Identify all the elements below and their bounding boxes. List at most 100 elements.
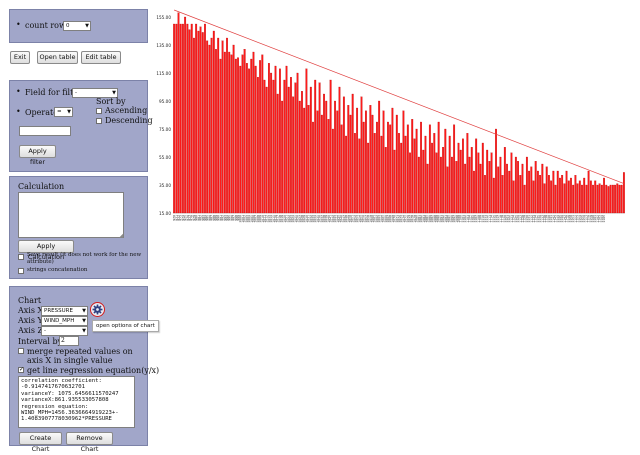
bar [175, 23, 178, 214]
axis-y-select[interactable]: WIND_MPH ▼ [41, 316, 88, 326]
bar [439, 156, 442, 214]
bar [373, 133, 376, 214]
regression-checkbox[interactable]: ✓ [18, 367, 24, 373]
descending-checkbox[interactable] [96, 118, 102, 124]
axis-z-select[interactable]: - ▼ [41, 326, 88, 336]
edit-table-button[interactable]: Edit table [81, 51, 121, 64]
bar [402, 110, 405, 214]
bar [177, 12, 180, 214]
bar [347, 105, 350, 214]
bar [320, 114, 323, 214]
bar [548, 175, 550, 214]
bar [620, 184, 623, 214]
bar [581, 184, 583, 214]
bar [448, 135, 451, 214]
bar [226, 37, 228, 214]
bar [239, 65, 242, 214]
calculation-textarea[interactable]: ◢ [18, 192, 124, 239]
bar [536, 170, 539, 214]
bar [578, 180, 581, 214]
bar [572, 184, 575, 214]
bar [398, 133, 400, 214]
bar [497, 166, 500, 214]
bar [433, 133, 436, 214]
bar [600, 184, 603, 214]
bar [179, 23, 182, 214]
create-chart-button[interactable]: Create Chart [19, 432, 62, 453]
bar [327, 119, 330, 214]
bar [431, 142, 433, 214]
bar [592, 184, 594, 214]
save-result-checkbox[interactable] [18, 254, 24, 260]
bar [583, 177, 586, 214]
interval-input[interactable]: 2 [59, 336, 79, 346]
axis-y-value: WIND_MPH [44, 318, 75, 324]
bar [358, 138, 361, 214]
open-table-button[interactable]: Open table [37, 51, 78, 64]
x-tick-label: 1165 [602, 215, 606, 223]
operator-bullet: • [16, 107, 21, 116]
bar [221, 40, 224, 214]
bar [486, 149, 489, 214]
axis-x-value: PRESSURE [44, 308, 73, 314]
bar [267, 63, 270, 214]
bar [519, 175, 522, 214]
bar [188, 29, 191, 214]
bar [301, 91, 303, 214]
bar [413, 138, 416, 214]
filter-panel: • Field for filter: - ▼ • Operator = ▼ S… [9, 80, 153, 172]
bar [585, 184, 588, 214]
bar [603, 177, 605, 214]
bar [453, 124, 456, 214]
bar [243, 49, 246, 214]
bar [206, 40, 209, 214]
bar [404, 135, 407, 214]
bar [532, 180, 535, 214]
bar [265, 86, 268, 214]
bar [587, 170, 590, 214]
bar [356, 107, 359, 214]
bar [424, 135, 427, 214]
bar [303, 107, 306, 214]
chart-options-tooltip: open options of chart [92, 320, 159, 332]
axis-x-select[interactable]: PRESSURE ▼ [41, 306, 88, 316]
bar [574, 175, 577, 214]
bar [455, 161, 458, 214]
ascending-checkbox[interactable] [96, 108, 102, 114]
bar [523, 184, 526, 214]
bar [263, 79, 266, 214]
bar [276, 93, 279, 214]
chart-options-button[interactable] [90, 302, 105, 317]
merge-checkbox[interactable] [18, 348, 24, 354]
remove-chart-button[interactable]: Remove Chart [66, 432, 113, 453]
bar [318, 82, 321, 214]
bar [382, 110, 385, 214]
bar [254, 65, 257, 214]
count-rows-select[interactable]: 0 ▼ [63, 21, 91, 31]
bar [435, 152, 438, 214]
bar [521, 163, 524, 214]
operator-select[interactable]: = ▼ [54, 107, 73, 117]
bar [173, 23, 176, 214]
bar [186, 23, 189, 214]
bar [228, 51, 231, 214]
strings-concat-checkbox[interactable] [18, 268, 24, 274]
y-tick-label: 155.00 [156, 15, 171, 20]
exit-button[interactable]: Exit [10, 51, 30, 64]
bar [193, 37, 195, 214]
bar [607, 186, 610, 214]
chevron-down-icon: ▼ [67, 109, 71, 115]
bar [307, 105, 310, 214]
apply-filter-button[interactable]: Apply filter [19, 145, 56, 166]
bar [241, 54, 244, 214]
bar [488, 161, 491, 214]
bar [466, 133, 469, 214]
bar [481, 142, 484, 214]
bar [197, 30, 200, 214]
bar [387, 121, 389, 214]
bar [256, 77, 259, 214]
bar [495, 128, 497, 214]
filter-value-input[interactable] [19, 126, 71, 136]
bar [596, 184, 599, 214]
bar [338, 86, 341, 214]
